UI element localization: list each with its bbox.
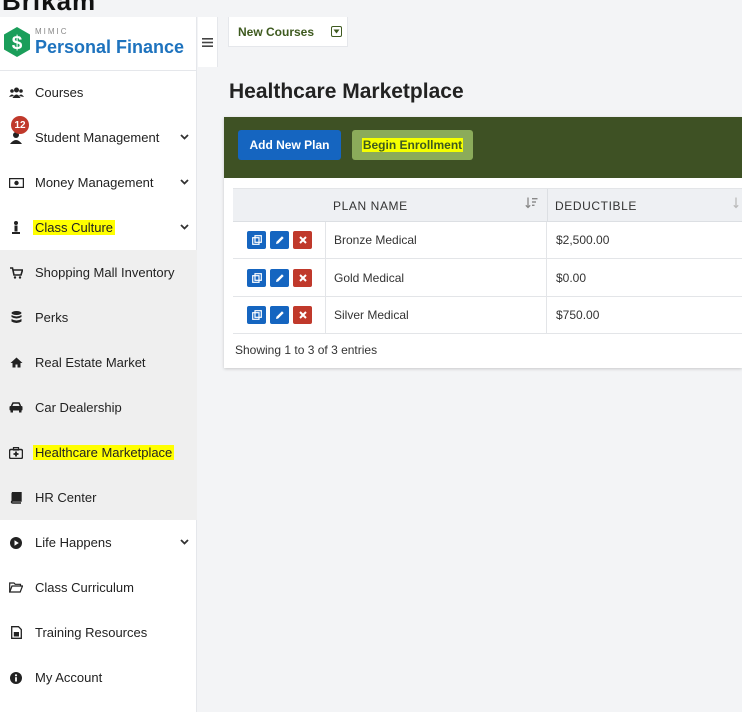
medkit-icon	[8, 445, 24, 461]
brand-small-text: MIMIC	[35, 27, 69, 36]
database-icon	[8, 310, 24, 326]
sidebar-item-car-dealership[interactable]: Car Dealership	[0, 385, 197, 430]
sidebar-item-label: Real Estate Market	[35, 355, 146, 370]
row-actions	[233, 259, 326, 296]
copy-icon[interactable]	[247, 306, 266, 324]
sidebar-item-label: Class Culture	[33, 220, 116, 235]
notification-badge: 12	[11, 116, 29, 134]
sidebar-item-label: Healthcare Marketplace	[33, 445, 175, 460]
deductible-value: $750.00	[556, 308, 600, 322]
sidebar-item-perks[interactable]: Perks	[0, 295, 197, 340]
home-icon	[8, 355, 24, 371]
table-header: PLAN NAME DEDUCTIBLE	[233, 188, 742, 223]
begin-enrollment-button[interactable]: Begin Enrollment	[352, 130, 473, 160]
sidebar-item-shopping-mall-inventory[interactable]: Shopping Mall Inventory	[0, 250, 197, 295]
copy-icon[interactable]	[247, 231, 266, 249]
sidebar-item-label: HR Center	[35, 490, 97, 505]
course-selector[interactable]: New Courses	[228, 17, 348, 47]
delete-x-icon[interactable]	[293, 306, 312, 324]
course-selector-label: New Courses	[238, 24, 315, 39]
sidebar-item-healthcare-marketplace[interactable]: Healthcare Marketplace	[0, 430, 197, 475]
begin-enrollment-label: Begin Enrollment	[361, 138, 464, 152]
sidebar-item-life-happens[interactable]: Life Happens	[0, 520, 197, 565]
column-header-plan-name[interactable]: PLAN NAME	[333, 199, 408, 213]
page-title: Healthcare Marketplace	[229, 80, 464, 103]
info-circle-icon	[8, 670, 24, 686]
delete-x-icon[interactable]	[293, 231, 312, 249]
table-row: Silver Medical $750.00	[233, 297, 742, 334]
column-header-deductible[interactable]: DEDUCTIBLE	[555, 199, 637, 213]
caret-down-square-icon[interactable]	[331, 26, 342, 37]
cut-off-logo-text: Brikam	[2, 0, 97, 16]
chevron-down-icon[interactable]	[180, 222, 189, 233]
sidebar-item-label: Class Curriculum	[35, 580, 134, 595]
card-header: Add New Plan Begin Enrollment	[224, 117, 742, 178]
table-row: Gold Medical $0.00	[233, 259, 742, 297]
sidebar-item-class-curriculum[interactable]: Class Curriculum	[0, 565, 197, 610]
sidebar-toggle-button[interactable]	[198, 17, 218, 67]
sidebar-item-label: Car Dealership	[35, 400, 122, 415]
money-icon	[8, 175, 24, 191]
file-icon	[8, 625, 24, 641]
car-icon	[8, 400, 24, 416]
sidebar: $ MIMIC Personal Finance Courses 12 Stud…	[0, 17, 197, 712]
sidebar-item-training-resources[interactable]: Training Resources	[0, 610, 197, 655]
book-icon	[8, 490, 24, 506]
sidebar-item-hr-center[interactable]: HR Center	[0, 475, 197, 520]
brand-name: Personal Finance	[35, 37, 185, 57]
plan-name: Silver Medical	[334, 308, 409, 322]
pencil-icon[interactable]	[270, 231, 289, 249]
pencil-icon[interactable]	[270, 306, 289, 324]
copy-icon[interactable]	[247, 268, 266, 287]
chevron-down-icon[interactable]	[180, 132, 189, 143]
sort-amount-down-icon[interactable]	[525, 197, 538, 212]
plans-card: Add New Plan Begin Enrollment PLAN NAME …	[224, 117, 742, 368]
row-actions	[233, 297, 326, 333]
person-icon	[8, 220, 24, 236]
sidebar-item-student-management[interactable]: 12 Student Management	[0, 115, 197, 160]
brand[interactable]: $ MIMIC Personal Finance	[0, 17, 196, 71]
sidebar-item-label: Money Management	[35, 175, 154, 190]
folder-open-icon	[8, 580, 24, 596]
delete-x-icon[interactable]	[293, 268, 312, 287]
users-icon	[8, 85, 24, 101]
sidebar-item-label: Life Happens	[35, 535, 112, 550]
deductible-value: $2,500.00	[556, 233, 610, 247]
dollar-hexagon-icon: $	[4, 27, 30, 57]
sort-icon[interactable]	[733, 197, 739, 212]
row-actions	[233, 222, 326, 258]
chevron-down-icon[interactable]	[180, 537, 189, 548]
deductible-value: $0.00	[556, 270, 587, 285]
sidebar-item-class-culture[interactable]: Class Culture	[0, 205, 197, 250]
plan-name-cell: Bronze Medical	[326, 222, 547, 258]
sidebar-item-label: Courses	[35, 85, 84, 100]
plan-name-cell: Gold Medical	[326, 259, 547, 296]
svg-text:$: $	[12, 33, 23, 54]
sidebar-item-label: Perks	[35, 310, 69, 325]
sidebar-item-label: Training Resources	[35, 625, 148, 640]
sidebar-item-my-account[interactable]: My Account	[0, 655, 197, 700]
sidebar-item-courses[interactable]: Courses	[0, 70, 197, 115]
plan-name: Bronze Medical	[334, 233, 417, 247]
sidebar-item-label: My Account	[35, 670, 103, 685]
table-row: Bronze Medical $2,500.00	[233, 222, 742, 259]
plan-name: Gold Medical	[334, 270, 405, 285]
cart-icon	[8, 265, 24, 281]
top-strip: Brikam	[0, 0, 742, 17]
hamburger-icon	[202, 34, 213, 50]
pencil-icon[interactable]	[270, 268, 289, 287]
sidebar-item-label: Shopping Mall Inventory	[35, 265, 175, 280]
column-divider	[547, 189, 548, 223]
sidebar-item-real-estate-market[interactable]: Real Estate Market	[0, 340, 197, 385]
plan-name-cell: Silver Medical	[326, 297, 547, 333]
play-circle-icon	[8, 535, 24, 551]
add-new-plan-button[interactable]: Add New Plan	[238, 130, 341, 160]
sidebar-item-money-management[interactable]: Money Management	[0, 160, 197, 205]
chevron-down-icon[interactable]	[180, 177, 189, 188]
sidebar-item-label: Student Management	[35, 130, 160, 145]
table-info: Showing 1 to 3 of 3 entries	[235, 343, 378, 357]
